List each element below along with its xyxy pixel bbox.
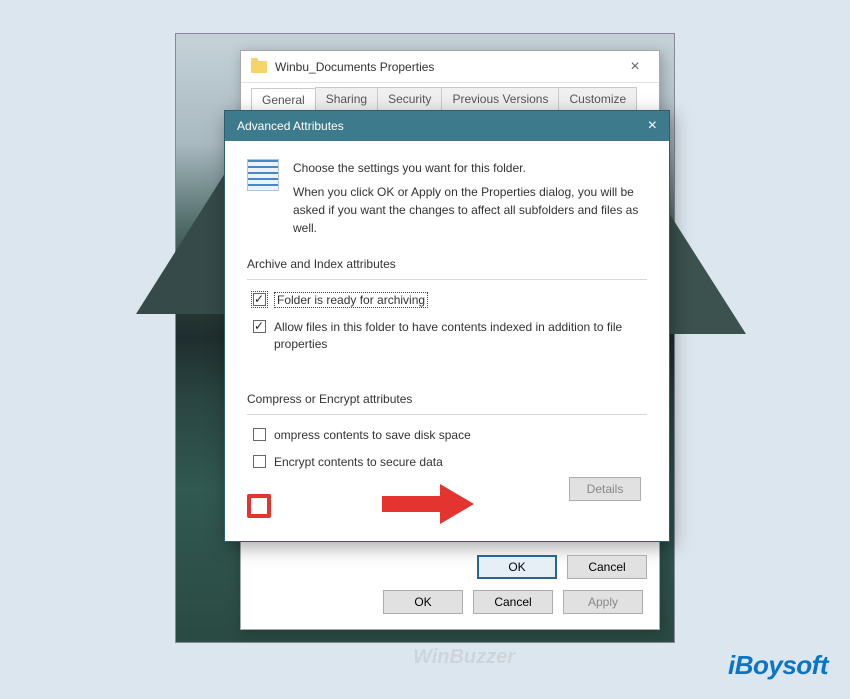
tab-security[interactable]: Security [377,87,442,110]
tab-previous-versions[interactable]: Previous Versions [441,87,559,110]
checkbox-compress-label: ompress contents to save disk space [274,427,641,444]
tab-general[interactable]: General [251,88,316,111]
watermark: WinBuzzer [413,646,515,669]
tabs-row: General Sharing Security Previous Versio… [241,83,659,110]
document-icon [247,159,279,191]
checkbox-encrypt-label: Encrypt contents to secure data [274,454,641,471]
folder-icon [251,61,267,73]
dialog-title: Advanced Attributes [237,119,648,133]
close-icon[interactable]: × [621,58,649,76]
window-title: Winbu_Documents Properties [275,60,621,74]
details-button[interactable]: Details [569,477,641,501]
checkbox-encrypt[interactable] [253,455,266,468]
checkbox-archive-label: Folder is ready for archiving [274,292,428,308]
tab-sharing[interactable]: Sharing [315,87,378,110]
brand-logo: iBoysoft [728,650,828,681]
group-compress-label: Compress or Encrypt attributes [247,392,647,406]
advanced-attributes-dialog: Advanced Attributes × Choose the setting… [224,110,670,542]
apply-button[interactable]: Apply [563,590,643,614]
checkbox-index[interactable] [253,320,266,333]
checkbox-compress[interactable] [253,428,266,441]
checkbox-archive[interactable] [253,293,266,306]
ok-button[interactable]: OK [383,590,463,614]
close-icon[interactable]: × [648,117,657,135]
checkbox-index-label: Allow files in this folder to have conte… [274,319,641,353]
tab-customize[interactable]: Customize [558,87,637,110]
ok-button[interactable]: OK [477,555,557,579]
cancel-button[interactable]: Cancel [567,555,647,579]
intro-line-2: When you click OK or Apply on the Proper… [293,183,647,237]
intro-line-1: Choose the settings you want for this fo… [293,159,647,177]
cancel-button[interactable]: Cancel [473,590,553,614]
group-archive-label: Archive and Index attributes [247,257,647,271]
